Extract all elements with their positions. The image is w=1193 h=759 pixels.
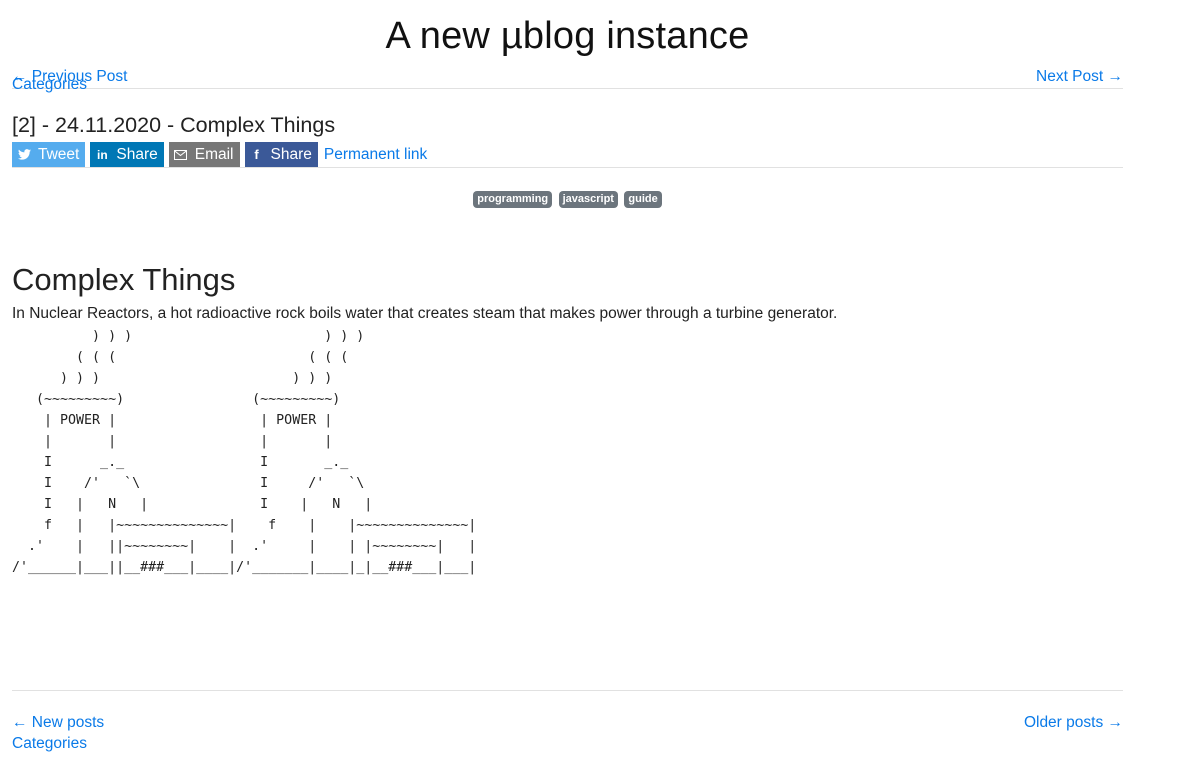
tag-list: programming javascript guide	[12, 189, 1123, 208]
content-paragraph: In Nuclear Reactors, a hot radioactive r…	[12, 305, 838, 322]
page-container: A new µblog instance ← Previous Post Nex…	[12, 0, 1123, 578]
ascii-art-power-plants: ) ) ) ) ) ) ( ( ( ( ( ( ) ) ) ) ) ) (~~~…	[12, 329, 477, 575]
bottom-nav-section: ← New posts Older posts → Categories	[12, 690, 1123, 752]
share-bar: Tweet in Share Email f Share Permanent l…	[12, 142, 1123, 167]
content-heading: Complex Things	[12, 262, 236, 297]
linkedin-icon: in	[97, 147, 108, 162]
new-posts-link[interactable]: ← New posts	[12, 714, 104, 732]
envelope-icon	[174, 149, 188, 160]
tag-badge[interactable]: javascript	[558, 191, 618, 208]
tag-badge[interactable]: programming	[473, 191, 553, 208]
twitter-icon	[17, 149, 31, 160]
linkedin-share-label: Share	[116, 145, 158, 163]
facebook-share-button[interactable]: f Share	[244, 142, 318, 167]
tweet-button[interactable]: Tweet	[12, 142, 86, 167]
post-title: [2] - 24.11.2020 - Complex Things	[12, 113, 336, 137]
email-share-button[interactable]: Email	[168, 142, 240, 167]
categories-link[interactable]: Categories	[12, 76, 87, 93]
divider	[12, 167, 1123, 168]
email-share-label: Email	[194, 145, 234, 163]
facebook-share-label: Share	[270, 145, 312, 163]
divider	[12, 88, 1123, 89]
next-post-link[interactable]: Next Post →	[1036, 68, 1123, 86]
tweet-label: Tweet	[38, 145, 80, 163]
site-title: A new µblog instance	[385, 15, 750, 57]
top-nav: ← Previous Post Next Post → Categories	[12, 66, 1123, 93]
facebook-icon: f	[254, 147, 259, 162]
tag-badge[interactable]: guide	[624, 191, 662, 208]
older-posts-link[interactable]: Older posts →	[1024, 714, 1123, 732]
linkedin-share-button[interactable]: in Share	[90, 142, 164, 167]
bottom-categories-link[interactable]: Categories	[12, 735, 87, 752]
divider	[12, 690, 1123, 691]
bottom-nav: ← New posts Older posts → Categories	[12, 712, 1123, 752]
permanent-link[interactable]: Permanent link	[324, 146, 427, 164]
